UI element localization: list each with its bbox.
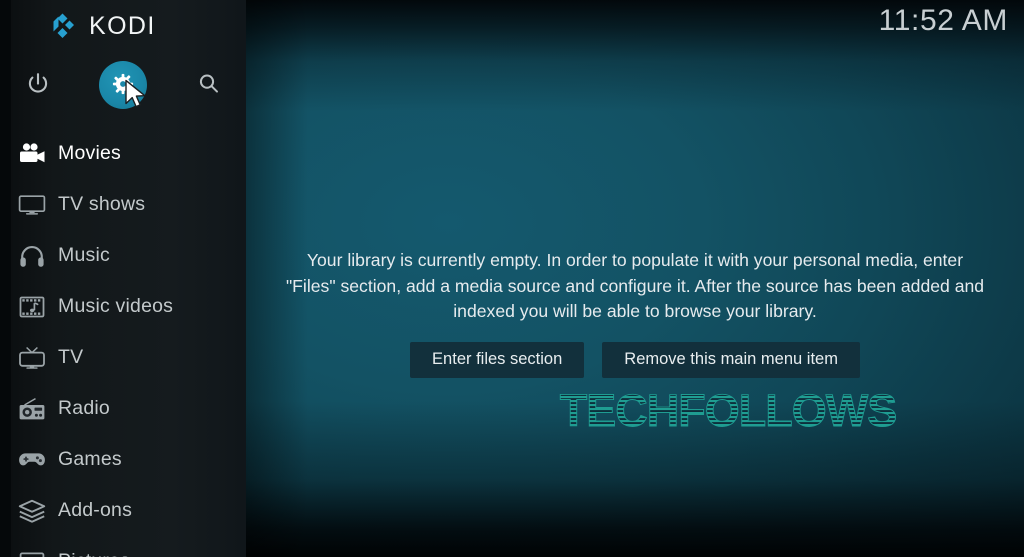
search-button[interactable] <box>183 60 235 112</box>
movie-camera-icon <box>11 142 53 165</box>
power-button[interactable] <box>12 60 64 112</box>
sidebar-item-label: Music videos <box>58 295 174 317</box>
search-icon <box>196 71 222 102</box>
enter-files-section-button[interactable]: Enter files section <box>410 341 585 378</box>
sidebar-item-label: Music <box>58 244 110 266</box>
sidebar-item-label: Add-ons <box>58 499 133 521</box>
sidebar: KODI Movies TV shows Music Music videos … <box>0 0 246 557</box>
sidebar-item-games[interactable]: Games <box>0 434 246 485</box>
sidebar-item-add-ons[interactable]: Add-ons <box>0 485 246 536</box>
sidebar-item-label: Pictures <box>58 550 130 557</box>
main-menu: Movies TV shows Music Music videos TV Ra… <box>0 128 246 557</box>
kodi-logo-icon <box>48 11 78 41</box>
sidebar-item-label: Radio <box>58 397 110 419</box>
power-icon <box>25 71 51 102</box>
sidebar-item-tv[interactable]: TV <box>0 332 246 383</box>
toolbar <box>0 60 246 112</box>
sidebar-item-radio[interactable]: Radio <box>0 383 246 434</box>
picture-icon <box>11 551 53 557</box>
sidebar-item-label: TV shows <box>58 193 146 215</box>
empty-library-panel: Your library is currently empty. In orde… <box>246 248 1024 378</box>
empty-library-message: Your library is currently empty. In orde… <box>285 250 985 321</box>
kodi-logo: KODI <box>48 11 156 41</box>
watermark-text: TECHFOLLOWS <box>560 388 896 436</box>
sidebar-item-label: Movies <box>58 142 121 164</box>
addon-box-icon <box>11 499 53 523</box>
film-note-icon <box>11 295 53 319</box>
sidebar-item-pictures[interactable]: Pictures <box>0 536 246 557</box>
clock: 11:52 AM <box>878 4 1008 37</box>
sidebar-item-tv-shows[interactable]: TV shows <box>0 179 246 230</box>
sidebar-item-music[interactable]: Music <box>0 230 246 281</box>
headphones-icon <box>11 244 53 268</box>
kodi-logo-text: KODI <box>89 11 156 40</box>
techfollows-watermark: TECHFOLLOWS <box>528 385 928 437</box>
sidebar-item-music-videos[interactable]: Music videos <box>0 281 246 332</box>
monitor-icon <box>11 194 53 216</box>
radio-icon <box>11 397 53 421</box>
sidebar-item-movies[interactable]: Movies <box>0 128 246 179</box>
mouse-cursor <box>124 79 150 111</box>
sidebar-item-label: TV <box>58 346 84 368</box>
sidebar-item-label: Games <box>58 448 122 470</box>
television-icon <box>11 346 53 370</box>
gamepad-icon <box>11 450 53 470</box>
empty-library-actions: Enter files section Remove this main men… <box>246 341 1024 378</box>
kodi-home-screen: 11:52 AM KODI Movies TV shows Music Musi… <box>0 0 1024 557</box>
remove-main-menu-item-button[interactable]: Remove this main menu item <box>602 341 860 378</box>
